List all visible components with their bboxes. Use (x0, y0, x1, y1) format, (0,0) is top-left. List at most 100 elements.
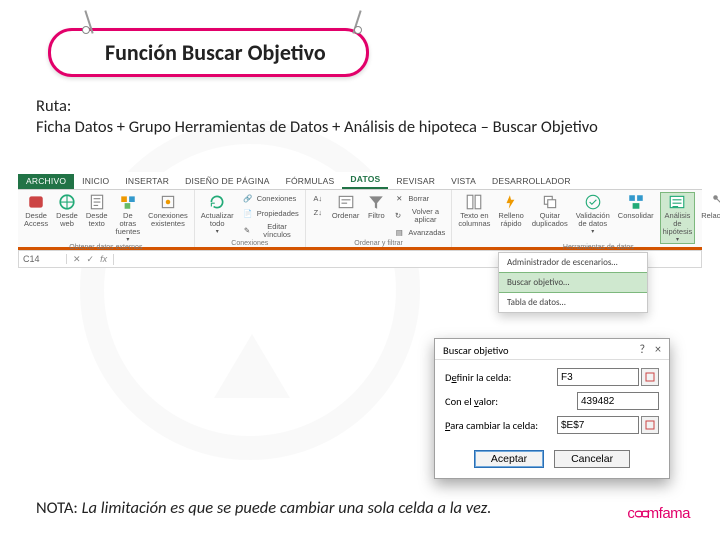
group-data-tools-label: Herramientas de datos (456, 244, 720, 251)
properties-icon: 📄 (242, 208, 254, 220)
btn-editar-vinculos[interactable]: ✎Editar vínculos (240, 222, 301, 240)
btn-reaplicar[interactable]: ↻ Volver a aplicar (391, 207, 447, 225)
fx-icon[interactable]: fx (100, 254, 107, 265)
ok-button[interactable]: Aceptar (474, 450, 544, 468)
input-change-cell[interactable] (557, 416, 639, 434)
slide-title: Función Buscar Objetivo (48, 28, 369, 77)
menu-data-table[interactable]: Tabla de datos… (499, 293, 647, 312)
btn-desde-access[interactable]: Desde Access (22, 192, 50, 229)
path-text: Ficha Datos + Grupo Herramientas de Dato… (36, 117, 684, 138)
btn-relleno-rapido[interactable]: Relleno rápido (496, 192, 525, 229)
edit-link-icon: ✎ (242, 225, 253, 237)
btn-analisis-hipotesis[interactable]: Análisis de hipótesis ▾ (660, 192, 696, 244)
btn-relaciones[interactable]: Relaciones (699, 192, 720, 221)
btn-avanzadas-label: Avanzadas (408, 229, 445, 237)
tab-insertar[interactable]: INSERTAR (117, 174, 177, 189)
globe-icon (58, 193, 76, 211)
btn-avanzadas[interactable]: ▤Avanzadas (391, 226, 447, 240)
tab-inicio[interactable]: INICIO (74, 174, 117, 189)
label-define-cell: Definir la celda: (445, 371, 511, 384)
group-data-tools: Texto en columnas Relleno rápido Quitar … (452, 190, 720, 247)
cancel-icon[interactable]: ✕ (73, 254, 81, 265)
btn-texto-columnas-label: Texto en columnas (458, 212, 490, 228)
help-icon[interactable]: ? (639, 343, 645, 357)
accept-icon[interactable]: ✓ (87, 254, 95, 265)
group-connections: Actualizar todo ▾ 🔗Conexiones 📄Propiedad… (195, 190, 306, 247)
note-paragraph: NOTA: La limitación es que se puede camb… (36, 498, 684, 518)
cancel-button[interactable]: Cancelar (554, 450, 630, 468)
btn-desde-texto[interactable]: Desde texto (84, 192, 110, 229)
what-if-menu: Administrador de escenarios… Buscar obje… (498, 252, 648, 313)
btn-sort-za[interactable]: Z↓ (310, 206, 326, 220)
sort-az-icon: A↓ (312, 193, 324, 205)
btn-filtro-label: Filtro (368, 212, 385, 220)
ribbon-panel: Desde Access Desde web Desde texto De ot… (18, 190, 702, 250)
btn-validacion-datos[interactable]: Validación de datos ▾ (574, 192, 612, 236)
btn-actualizar-todo[interactable]: Actualizar todo ▾ (199, 192, 236, 236)
dialog-buttons: Aceptar Cancelar (435, 444, 669, 478)
btn-validacion-datos-label: Validación de datos (576, 212, 610, 228)
access-icon (27, 193, 45, 211)
btn-filtro[interactable]: Filtro (365, 192, 387, 221)
text-to-columns-icon (465, 193, 483, 211)
path-paragraph: Ruta: Ficha Datos + Grupo Herramientas d… (36, 96, 684, 139)
btn-borrar[interactable]: ✕Borrar (391, 192, 447, 206)
tab-datos[interactable]: DATOS (342, 172, 388, 189)
btn-reaplicar-label: Volver a aplicar (406, 208, 446, 224)
input-define-cell[interactable] (557, 368, 639, 386)
btn-otras-fuentes[interactable]: De otras fuentes ▾ (114, 192, 143, 244)
btn-conexiones[interactable]: 🔗Conexiones (240, 192, 301, 206)
chevron-down-icon: ▾ (591, 229, 594, 235)
what-if-icon (668, 193, 686, 211)
btn-texto-columnas[interactable]: Texto en columnas (456, 192, 492, 229)
close-icon[interactable]: × (655, 343, 661, 357)
tab-revisar[interactable]: REVISAR (388, 174, 443, 189)
tab-archivo[interactable]: ARCHIVO (18, 174, 74, 189)
chevron-down-icon: ▾ (216, 229, 219, 235)
range-picker-icon[interactable] (641, 416, 659, 434)
btn-quitar-duplicados-label: Quitar duplicados (532, 212, 568, 228)
consolidate-icon (627, 193, 645, 211)
group-external-data-label: Obtener datos externos (22, 244, 190, 251)
chevron-down-icon: ▾ (126, 237, 129, 243)
input-target-value[interactable] (577, 392, 659, 410)
btn-relleno-rapido-label: Relleno rápido (498, 212, 523, 228)
menu-scenario-manager[interactable]: Administrador de escenarios… (499, 253, 647, 272)
remove-duplicates-icon (541, 193, 559, 211)
advanced-icon: ▤ (393, 227, 405, 239)
dialog-body: Definir la celda: Con el valor: Para cam… (435, 360, 669, 444)
btn-consolidar[interactable]: Consolidar (616, 192, 656, 221)
btn-conexiones-existentes-label: Conexiones existentes (148, 212, 188, 228)
btn-desde-web[interactable]: Desde web (54, 192, 80, 229)
watermark-circle (80, 120, 420, 460)
name-box[interactable]: C14 (19, 254, 67, 264)
range-picker-icon[interactable] (641, 368, 659, 386)
btn-quitar-duplicados[interactable]: Quitar duplicados (530, 192, 570, 229)
btn-sort-az[interactable]: A↓ (310, 192, 326, 206)
row-target-value: Con el valor: (445, 392, 659, 410)
tab-formulas[interactable]: FÓRMULAS (278, 174, 343, 189)
row-define-cell: Definir la celda: (445, 368, 659, 386)
group-sort-filter: A↓ Z↓ Ordenar Filtro ✕Borrar ↻ Volver a a… (306, 190, 453, 247)
tab-vista[interactable]: VISTA (443, 174, 484, 189)
goal-seek-dialog: Buscar objetivo ? × Definir la celda: Co… (434, 338, 670, 479)
btn-analisis-hipotesis-label: Análisis de hipótesis (663, 212, 693, 236)
menu-goal-seek[interactable]: Buscar objetivo… (499, 272, 647, 293)
label-change-cell: Para cambiar la celda: (445, 419, 538, 432)
group-connections-label: Conexiones (199, 240, 301, 247)
btn-borrar-label: Borrar (408, 195, 429, 203)
btn-conexiones-existentes[interactable]: Conexiones existentes (146, 192, 190, 229)
reapply-icon: ↻ (393, 210, 402, 222)
btn-ordenar[interactable]: Ordenar (330, 192, 362, 221)
note-label: NOTA: (36, 498, 78, 518)
btn-relaciones-label: Relaciones (701, 212, 720, 220)
btn-otras-fuentes-label: De otras fuentes (116, 212, 141, 236)
funnel-icon (367, 193, 385, 211)
btn-propiedades[interactable]: 📄Propiedades (240, 207, 301, 221)
note-text: La limitación es que se puede cambiar un… (82, 498, 492, 518)
tab-desarrollador[interactable]: DESARROLLADOR (484, 174, 579, 189)
tab-diseno[interactable]: DISEÑO DE PÁGINA (177, 174, 277, 189)
btn-desde-web-label: Desde web (56, 212, 78, 228)
btn-consolidar-label: Consolidar (618, 212, 654, 220)
sort-za-icon: Z↓ (312, 207, 324, 219)
